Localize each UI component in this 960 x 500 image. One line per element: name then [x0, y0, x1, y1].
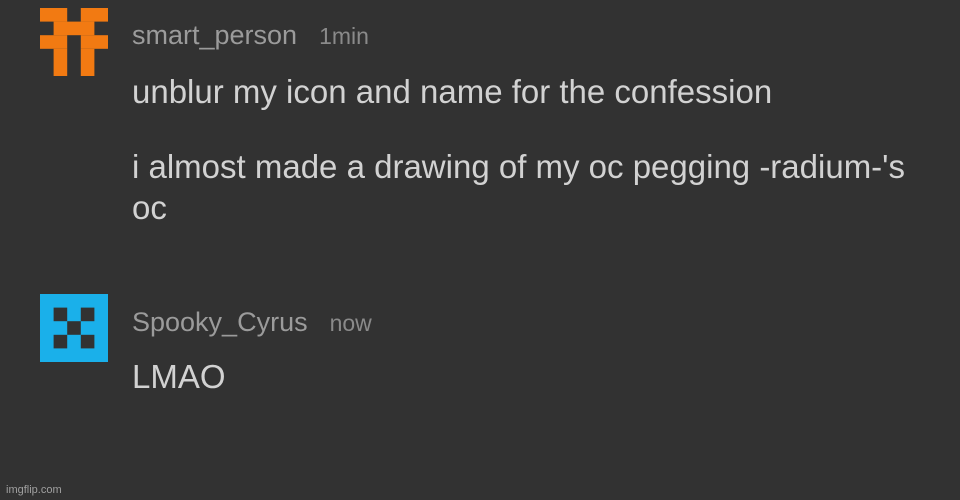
- comment-text: unblur my icon and name for the confessi…: [132, 73, 773, 110]
- username-link[interactable]: smart_person: [132, 20, 297, 50]
- comment-timestamp: 1min: [319, 23, 369, 49]
- comment-text: i almost made a drawing of my oc pegging…: [132, 148, 905, 226]
- comment-header: smart_person 1min: [132, 20, 369, 51]
- avatar[interactable]: [40, 8, 108, 76]
- comment-header: Spooky_Cyrus now: [132, 307, 372, 338]
- comment-timestamp: now: [329, 310, 372, 336]
- blue-pixel-identicon-icon: [40, 294, 108, 362]
- username-link[interactable]: Spooky_Cyrus: [132, 307, 308, 337]
- comment-text: LMAO: [132, 358, 226, 395]
- avatar[interactable]: [40, 294, 108, 362]
- orange-pixel-identicon-icon: [40, 8, 108, 76]
- watermark: imgflip.com: [6, 484, 62, 496]
